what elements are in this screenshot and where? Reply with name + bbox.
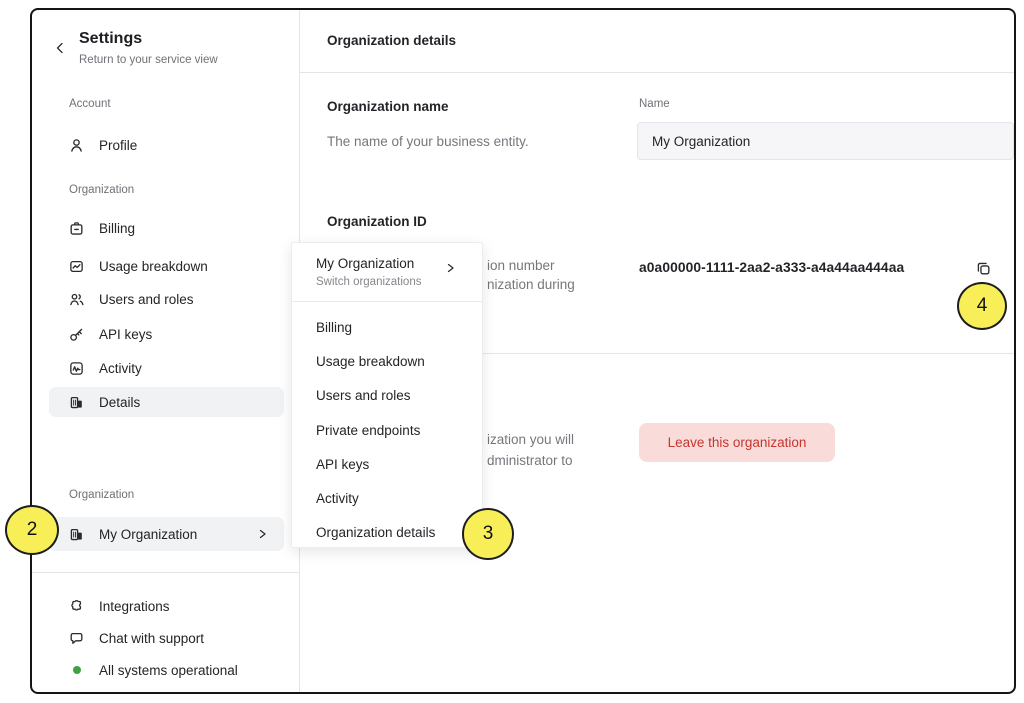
sidebar-item-label: My Organization — [99, 527, 197, 542]
sidebar-item-activity[interactable]: Activity — [68, 353, 142, 383]
status-green-dot-icon — [73, 666, 81, 674]
usage-chart-icon — [68, 258, 85, 275]
dropdown-current-org[interactable]: My Organization — [316, 256, 414, 271]
menu-item-usage-breakdown[interactable]: Usage breakdown — [292, 344, 482, 378]
settings-title: Settings — [79, 30, 142, 48]
menu-item-users-roles[interactable]: Users and roles — [292, 379, 482, 413]
system-status-item[interactable]: All systems operational — [68, 655, 238, 685]
sidebar-item-label: Details — [99, 395, 140, 410]
sidebar-item-details[interactable]: Details — [49, 387, 284, 417]
step-callout-4: 4 — [957, 282, 1007, 330]
step-callout-2: 2 — [5, 505, 59, 555]
menu-item-api-keys[interactable]: API keys — [292, 447, 482, 481]
status-label: All systems operational — [99, 663, 238, 678]
back-chevron-icon[interactable] — [54, 40, 66, 56]
sidebar-item-label: Chat with support — [99, 631, 204, 646]
dropdown-subtitle: Switch organizations — [316, 276, 421, 288]
org-name-heading: Organization name — [327, 99, 449, 114]
sidebar-item-label: Users and roles — [99, 292, 194, 307]
person-icon — [68, 137, 85, 154]
page-title: Organization details — [327, 33, 456, 48]
activity-icon — [68, 360, 85, 377]
puzzle-icon — [68, 598, 85, 615]
menu-item-organization-details[interactable]: Organization details — [292, 516, 482, 550]
sidebar-footer-divider — [32, 572, 299, 573]
chat-bubble-icon — [68, 630, 85, 647]
leave-description-line1: ization you will — [487, 432, 574, 447]
sidebar-item-usage-breakdown[interactable]: Usage breakdown — [68, 251, 208, 281]
building-icon — [68, 394, 85, 411]
users-icon — [68, 291, 85, 308]
menu-item-billing[interactable]: Billing — [292, 310, 482, 344]
building-icon — [68, 526, 85, 543]
organization-id-value: a0a00000-1111-2aa2-a333-a4a44aa444aa — [639, 260, 904, 275]
leave-organization-button[interactable]: Leave this organization — [639, 423, 835, 462]
org-id-description-line2: nization during — [487, 277, 575, 292]
billing-icon — [68, 220, 85, 237]
section-label-organization: Organization — [69, 184, 134, 196]
settings-subtitle[interactable]: Return to your service view — [79, 54, 218, 66]
sidebar-item-label: Usage breakdown — [99, 259, 208, 274]
menu-item-private-endpoints[interactable]: Private endpoints — [292, 413, 482, 447]
app-window: Settings Return to your service view Acc… — [30, 8, 1016, 694]
sidebar-item-integrations[interactable]: Integrations — [68, 591, 170, 621]
dropdown-divider — [292, 301, 482, 302]
leave-description-line2: dministrator to — [487, 453, 573, 468]
sidebar-item-label: API keys — [99, 327, 152, 342]
sidebar-item-label: Activity — [99, 361, 142, 376]
key-icon — [68, 326, 85, 343]
sidebar-item-label: Integrations — [99, 599, 170, 614]
chevron-right-icon — [445, 261, 456, 275]
section-label-account: Account — [69, 98, 111, 110]
sidebar-item-chat-support[interactable]: Chat with support — [68, 623, 204, 653]
header-divider — [299, 72, 1014, 73]
org-id-heading: Organization ID — [327, 214, 427, 229]
step-callout-3: 3 — [462, 508, 514, 560]
dropdown-menu-list: Billing Usage breakdown Users and roles … — [292, 310, 482, 550]
organization-name-input[interactable] — [637, 122, 1014, 160]
sidebar-item-label: Billing — [99, 221, 135, 236]
sidebar-item-users-roles[interactable]: Users and roles — [68, 284, 194, 314]
chevron-right-icon — [257, 527, 268, 541]
copy-icon[interactable] — [972, 257, 994, 279]
sidebar-item-billing[interactable]: Billing — [68, 213, 135, 243]
sidebar-item-api-keys[interactable]: API keys — [68, 319, 152, 349]
switch-organization-dropdown: My Organization Switch organizations Bil… — [291, 242, 483, 548]
org-name-description: The name of your business entity. — [327, 134, 529, 149]
sidebar-item-label: Profile — [99, 138, 137, 153]
org-id-description-line1: ion number — [487, 258, 555, 273]
sidebar-item-my-organization[interactable]: My Organization — [49, 517, 284, 551]
menu-item-activity[interactable]: Activity — [292, 481, 482, 515]
sidebar-item-profile[interactable]: Profile — [68, 130, 137, 160]
section-label-organization-2: Organization — [69, 489, 134, 501]
name-field-label: Name — [639, 98, 670, 110]
